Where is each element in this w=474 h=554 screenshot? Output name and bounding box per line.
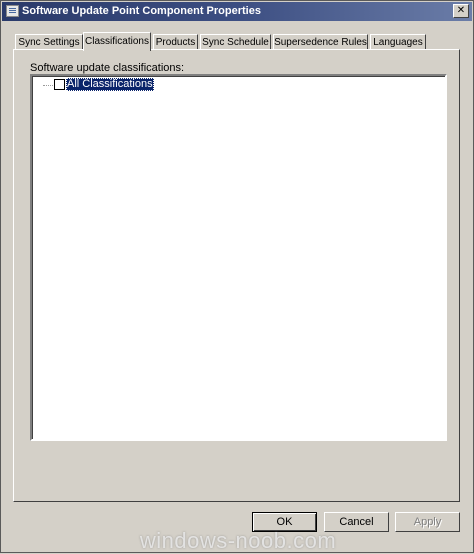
watermark: windows-noob.com xyxy=(139,528,337,553)
tree-connector-line xyxy=(43,85,53,86)
close-button[interactable]: ✕ xyxy=(453,4,469,18)
close-icon: ✕ xyxy=(456,5,466,16)
window-title: Software Update Point Component Properti… xyxy=(22,5,261,17)
title-bar[interactable]: Software Update Point Component Properti… xyxy=(2,2,472,21)
tab-sync-schedule[interactable]: Sync Schedule xyxy=(200,34,271,50)
tab-sync-settings[interactable]: Sync Settings xyxy=(15,34,83,50)
properties-dialog: Software Update Point Component Properti… xyxy=(0,0,474,553)
tab-supersedence-rules[interactable]: Supersedence Rules xyxy=(273,34,368,50)
tab-products[interactable]: Products xyxy=(153,34,198,50)
classifications-tree[interactable]: All Classifications xyxy=(30,74,447,441)
classifications-label: Software update classifications: xyxy=(30,62,185,74)
tab-languages[interactable]: Languages xyxy=(370,34,426,50)
properties-window-icon xyxy=(6,5,19,17)
tab-classifications[interactable]: Classifications xyxy=(83,32,151,51)
all-classifications-label[interactable]: All Classifications xyxy=(66,78,154,91)
all-classifications-checkbox[interactable] xyxy=(54,79,65,90)
